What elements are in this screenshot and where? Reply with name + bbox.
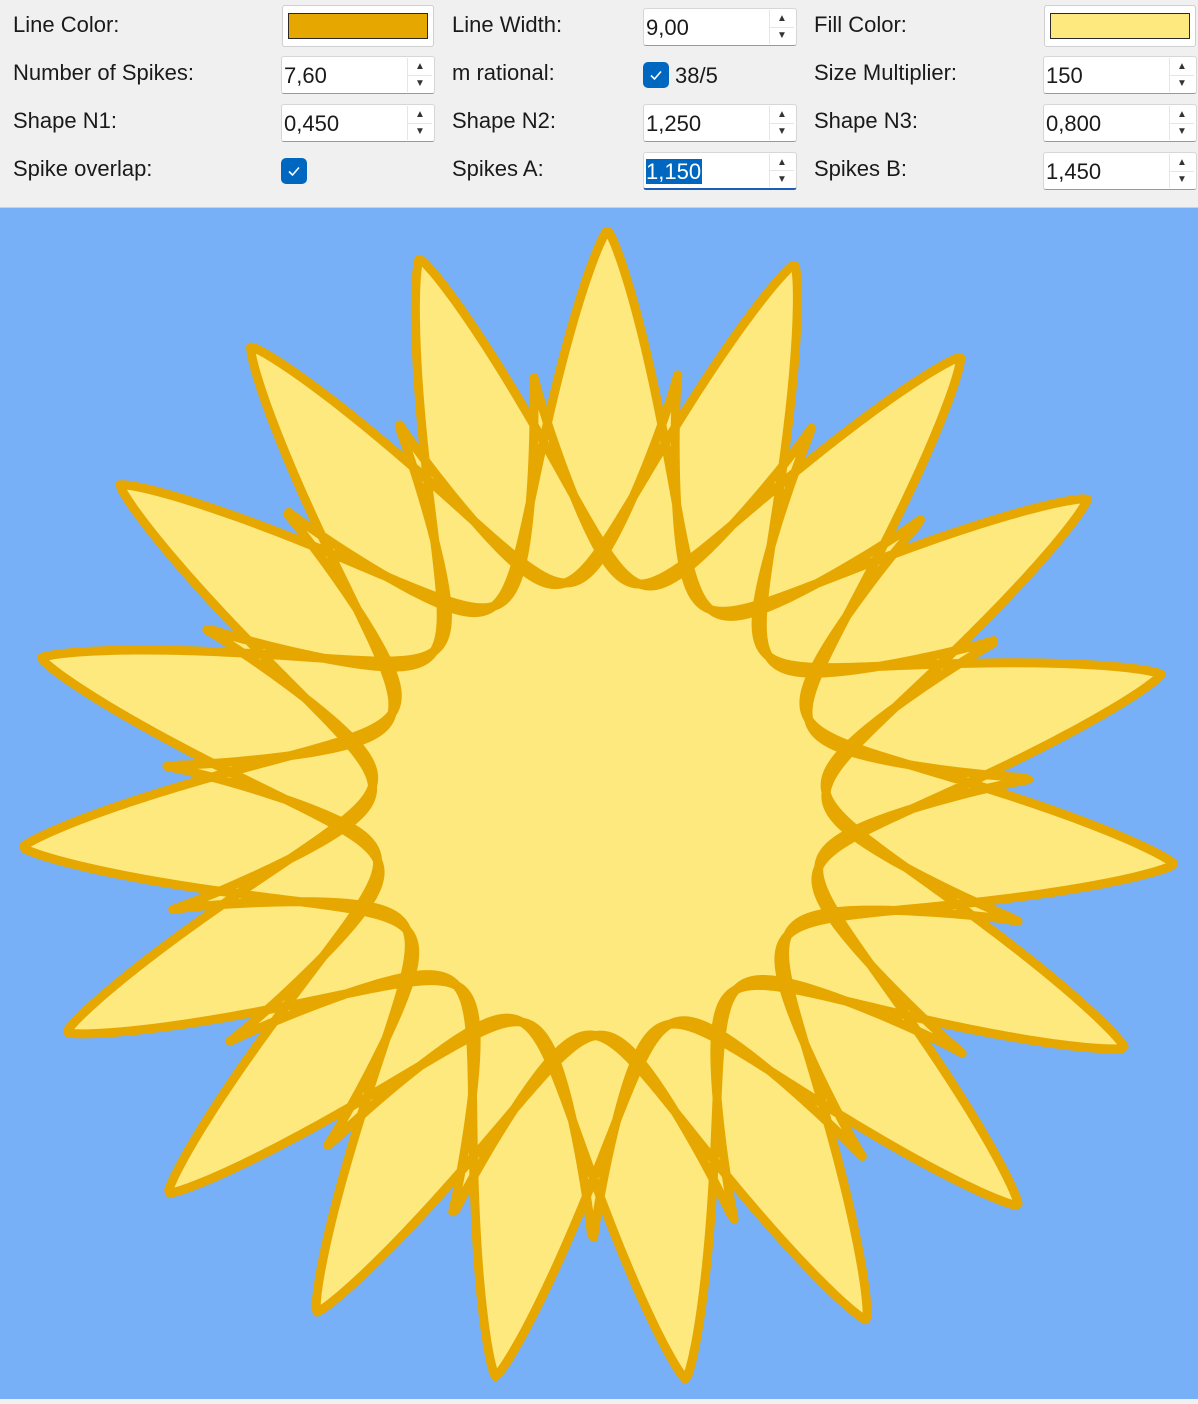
size-multiplier-spinbox[interactable]: 150 ▲ ▼ [1043,56,1197,94]
number-of-spikes-value[interactable]: 7,60 [284,62,327,90]
spikes-b-spinbox[interactable]: 1,450 ▲ ▼ [1043,152,1197,190]
chevron-up-icon[interactable]: ▲ [770,106,794,124]
shape-n1-spinbox[interactable]: 0,450 ▲ ▼ [281,104,435,142]
fill-color-button[interactable] [1044,5,1196,47]
spikes-b-value[interactable]: 1,450 [1046,158,1101,186]
fill-color-label: Fill Color: [814,12,907,37]
spikes-a-value-wrap[interactable]: 1,150 [646,158,703,186]
m-rational-fraction: 38/5 [675,63,718,88]
spike-overlap-checkbox[interactable] [281,158,307,184]
spike-overlap-label: Spike overlap: [13,156,153,181]
superformula-shape [19,227,1179,1384]
chevron-down-icon[interactable]: ▼ [1170,76,1194,93]
fill-color-swatch [1050,13,1190,39]
chevron-up-icon[interactable]: ▲ [770,10,794,28]
chevron-down-icon[interactable]: ▼ [770,28,794,45]
m-rational-checkbox[interactable] [643,62,669,88]
line-width-value[interactable]: 9,00 [646,14,689,42]
superformula-shape-canvas [19,227,1179,1384]
line-color-button[interactable] [282,5,434,47]
checkmark-icon [650,70,662,81]
chevron-up-icon[interactable]: ▲ [1170,154,1194,172]
chevron-up-icon[interactable]: ▲ [408,106,432,124]
spikes-a-spinbox[interactable]: 1,150 ▲ ▼ [643,152,797,190]
number-of-spikes-spinbox[interactable]: 7,60 ▲ ▼ [281,56,435,94]
chevron-up-icon[interactable]: ▲ [1170,58,1194,76]
shape-n3-label: Shape N3: [814,108,918,133]
line-width-spinbox[interactable]: 9,00 ▲ ▼ [643,8,797,46]
shape-n2-value[interactable]: 1,250 [646,110,701,138]
settings-panel: Line Color: Line Width: 9,00 ▲ ▼ Fill Co… [0,0,1198,208]
size-multiplier-label: Size Multiplier: [814,60,958,85]
size-multiplier-value[interactable]: 150 [1046,62,1083,90]
shape-n2-label: Shape N2: [452,108,556,133]
m-rational-label: m rational: [452,60,555,85]
line-color-label: Line Color: [13,12,120,37]
line-width-label: Line Width: [452,12,563,37]
spikes-a-value[interactable]: 1,150 [646,159,703,184]
number-of-spikes-label: Number of Spikes: [13,60,194,85]
spikes-a-label: Spikes A: [452,156,544,181]
drawing-canvas [0,208,1198,1399]
chevron-down-icon[interactable]: ▼ [408,124,432,141]
shape-n3-spinbox[interactable]: 0,800 ▲ ▼ [1043,104,1197,142]
chevron-down-icon[interactable]: ▼ [1170,172,1194,189]
line-color-swatch [288,13,428,39]
chevron-up-icon[interactable]: ▲ [408,58,432,76]
chevron-up-icon[interactable]: ▲ [1170,106,1194,124]
shape-n3-value[interactable]: 0,800 [1046,110,1101,138]
chevron-down-icon[interactable]: ▼ [408,76,432,93]
chevron-down-icon[interactable]: ▼ [770,124,794,141]
checkmark-icon [288,166,300,177]
chevron-up-icon[interactable]: ▲ [770,154,794,171]
shape-n1-value[interactable]: 0,450 [284,110,339,138]
chevron-down-icon[interactable]: ▼ [1170,124,1194,141]
spikes-b-label: Spikes B: [814,156,907,181]
shape-n1-label: Shape N1: [13,108,117,133]
shape-n2-spinbox[interactable]: 1,250 ▲ ▼ [643,104,797,142]
chevron-down-icon[interactable]: ▼ [770,171,794,187]
